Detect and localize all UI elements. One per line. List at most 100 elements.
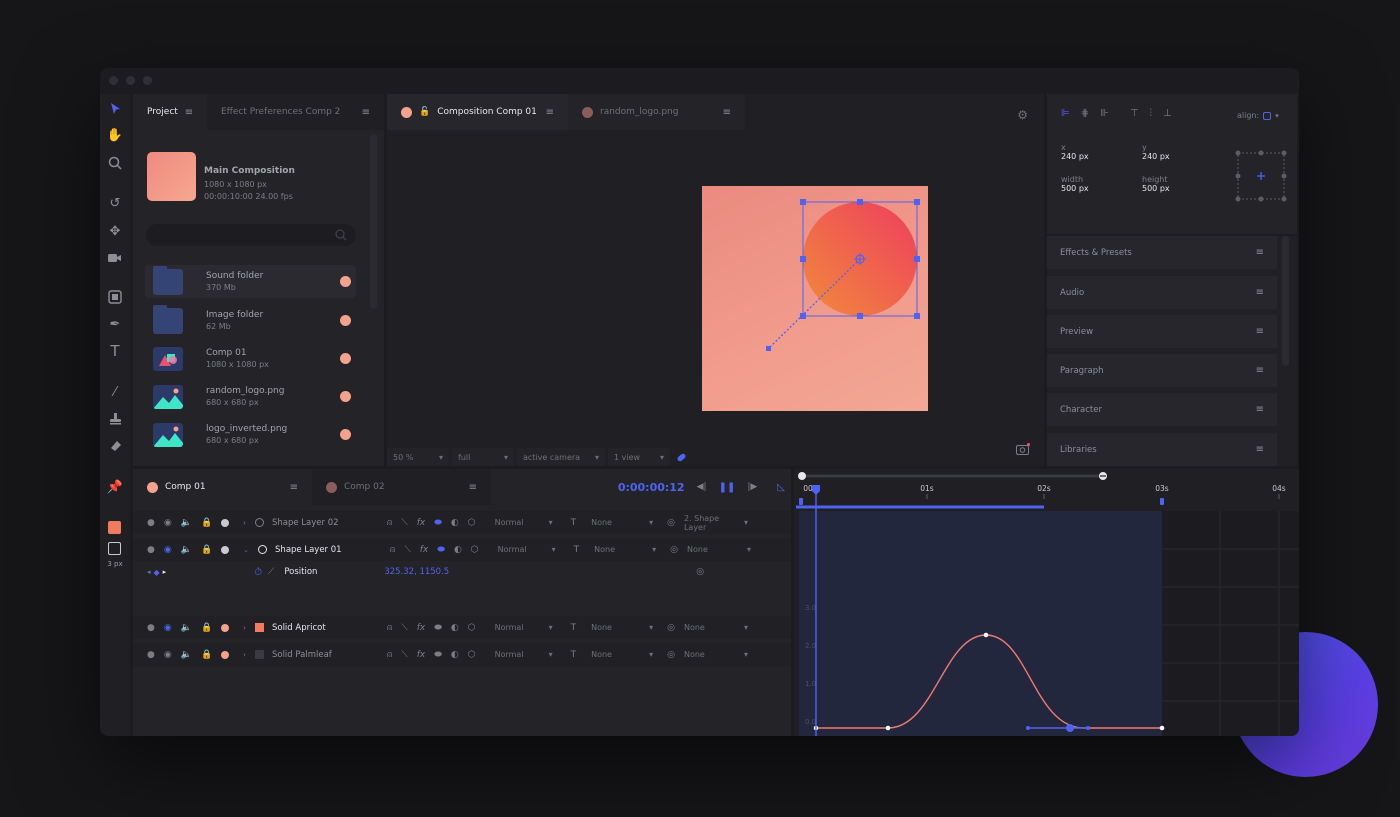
blend-mode-dropdown[interactable]: Normal ▾: [492, 541, 562, 559]
side-panels-scrollbar[interactable]: [1282, 236, 1289, 366]
adjustment-icon[interactable]: ◐: [451, 650, 459, 660]
menu-icon[interactable]: ≡: [1256, 444, 1264, 455]
label-color-dot[interactable]: [340, 429, 351, 440]
track-matte-dropdown[interactable]: None ▾: [585, 619, 659, 637]
snapshot-camera-icon[interactable]: [1016, 440, 1030, 459]
parent-dropdown[interactable]: 2. Shape Layer ▾: [684, 514, 754, 532]
zoom-dropdown[interactable]: 50 % ▾: [387, 448, 449, 466]
align-top-icon[interactable]: ⊤: [1130, 108, 1139, 119]
layer-name[interactable]: Solid Apricot: [272, 623, 387, 633]
parent-dropdown[interactable]: None ▾: [687, 541, 757, 559]
timecode-display[interactable]: 0:00:00:12: [618, 481, 685, 494]
list-item[interactable]: Comp 01 1080 x 1080 px: [145, 342, 356, 375]
layer-name[interactable]: Solid Palmleaf: [272, 650, 387, 660]
effects-fx-icon[interactable]: fx: [417, 518, 426, 528]
parent-pickwhip-icon[interactable]: ◎: [667, 518, 675, 528]
expand-chevron-icon[interactable]: ⌄: [243, 546, 249, 554]
list-item[interactable]: Sound folder 370 Mb: [145, 265, 356, 298]
layer-color-dot[interactable]: [221, 650, 230, 659]
lock-icon[interactable]: 🔒: [201, 518, 212, 528]
expression-pickwhip-icon[interactable]: ◎: [696, 567, 704, 577]
menu-icon[interactable]: ≡: [469, 482, 477, 493]
hand-tool-icon[interactable]: ✋: [100, 124, 130, 146]
move-anchor-tool-icon[interactable]: ✥: [100, 220, 130, 242]
step-forward-icon[interactable]: |▶: [747, 482, 757, 492]
collapse-icon[interactable]: ⟍: [401, 518, 407, 528]
step-back-icon[interactable]: ◀|: [697, 482, 707, 492]
width-value[interactable]: 500 px: [1061, 184, 1089, 193]
visibility-eye-icon[interactable]: ◉: [164, 545, 172, 555]
menu-icon[interactable]: ≡: [723, 107, 731, 118]
table-row[interactable]: ● ◉ 🔈 🔒 › Solid Palmleaf ⍝ ⟍ fx ⬬ ◐ ⬡ No…: [133, 643, 791, 666]
menu-icon[interactable]: ≡: [1256, 326, 1264, 337]
tab-comp-01[interactable]: Comp 01 ≡: [133, 469, 312, 505]
resolution-dropdown[interactable]: full ▾: [452, 448, 514, 466]
align-right-icon[interactable]: ⊪: [1100, 108, 1109, 119]
motion-blur-icon[interactable]: ⬬: [434, 650, 442, 660]
stopwatch-icon[interactable]: ⏱: [254, 567, 262, 578]
track-matte-dropdown[interactable]: None ▾: [585, 514, 659, 532]
menu-icon[interactable]: ≡: [1256, 365, 1264, 376]
collapse-icon[interactable]: ⟍: [404, 545, 410, 555]
layer-color-dot[interactable]: [221, 518, 230, 527]
keyframe-diamond-icon[interactable]: ◆: [154, 568, 160, 577]
track-matte-dropdown[interactable]: None ▾: [585, 646, 659, 664]
align-target[interactable]: align: ▾: [1237, 110, 1279, 122]
label-color-dot[interactable]: [340, 391, 351, 402]
list-item[interactable]: random_logo.png 680 x 680 px: [145, 380, 356, 413]
lock-icon[interactable]: 🔒: [201, 623, 212, 633]
tab-project[interactable]: Project ≡: [133, 94, 207, 130]
libraries-panel[interactable]: Libraries ≡: [1047, 433, 1277, 466]
shy-icon[interactable]: ⍝: [390, 545, 395, 555]
select-tool-icon[interactable]: [100, 97, 130, 119]
brush-tool-icon[interactable]: ⁄: [100, 381, 130, 403]
rotate-tool-icon[interactable]: ↺: [100, 192, 130, 214]
effects-fx-icon[interactable]: fx: [417, 650, 426, 660]
maximize-window-button[interactable]: [143, 76, 152, 85]
lock-icon[interactable]: 🔒: [201, 650, 212, 660]
expand-chevron-icon[interactable]: ›: [243, 624, 246, 632]
pen-tool-icon[interactable]: ✒: [100, 313, 130, 335]
paragraph-panel[interactable]: Paragraph ≡: [1047, 354, 1277, 387]
anchor-grid-icon[interactable]: [1235, 150, 1287, 202]
audio-icon[interactable]: 🔈: [181, 518, 192, 528]
solo-dot-icon[interactable]: ●: [147, 650, 155, 660]
menu-icon[interactable]: ≡: [546, 107, 554, 118]
menu-icon[interactable]: ≡: [1256, 247, 1264, 258]
property-row-position[interactable]: ◂ ◆ ▸ ⏱ ⟋ Position 325.32, 1150.5 ◎: [133, 562, 791, 582]
align-middle-v-icon[interactable]: ⫶: [1150, 108, 1153, 119]
table-row[interactable]: ● ◉ 🔈 🔒 › Solid Apricot ⍝ ⟍ fx ⬬ ◐ ⬡ Nor…: [133, 616, 791, 639]
adjustment-icon[interactable]: ◐: [454, 545, 462, 555]
y-value[interactable]: 240 px: [1142, 152, 1170, 161]
menu-icon[interactable]: ≡: [185, 107, 193, 118]
text-tool-icon[interactable]: T: [100, 340, 130, 362]
label-color-dot[interactable]: [340, 276, 351, 287]
solo-dot-icon[interactable]: ●: [147, 518, 155, 528]
motion-blur-icon[interactable]: ⬬: [434, 623, 442, 633]
tab-random-logo[interactable]: random_logo.png ≡: [568, 94, 745, 130]
graph-editor-canvas[interactable]: 00s 01s 02s 03s 04s 3.0 2.0 1.0 0.0: [794, 469, 1299, 736]
blend-mode-dropdown[interactable]: Normal ▾: [489, 646, 559, 664]
lock-icon[interactable]: 🔒: [201, 545, 212, 555]
character-panel[interactable]: Character ≡: [1047, 393, 1277, 426]
expand-chevron-icon[interactable]: ›: [243, 519, 246, 527]
blend-mode-dropdown[interactable]: Normal ▾: [489, 619, 559, 637]
height-value[interactable]: 500 px: [1142, 184, 1170, 193]
project-scrollbar[interactable]: [370, 134, 377, 309]
effects-fx-icon[interactable]: fx: [417, 623, 426, 633]
label-color-dot[interactable]: [340, 315, 351, 326]
collapse-icon[interactable]: ⟍: [401, 650, 407, 660]
parent-dropdown[interactable]: None ▾: [684, 646, 754, 664]
preview-panel[interactable]: Preview ≡: [1047, 315, 1277, 348]
audio-panel[interactable]: Audio ≡: [1047, 276, 1277, 309]
solo-dot-icon[interactable]: ●: [147, 623, 155, 633]
prev-keyframe-icon[interactable]: ◂: [147, 568, 151, 576]
menu-icon[interactable]: ≡: [1256, 287, 1264, 298]
table-row[interactable]: ● ◉ 🔈 🔒 › Shape Layer 02 ⍝ ⟍ fx ⬬ ◐ ⬡ No…: [133, 511, 791, 534]
graph-editor-toggle-icon[interactable]: ◺: [777, 482, 785, 493]
pin-tool-icon[interactable]: 📌: [100, 476, 130, 498]
composition-canvas[interactable]: [702, 186, 928, 411]
minimize-window-button[interactable]: [126, 76, 135, 85]
motion-blur-icon[interactable]: ⬬: [434, 518, 442, 528]
3d-cube-icon[interactable]: ⬡: [468, 623, 476, 633]
